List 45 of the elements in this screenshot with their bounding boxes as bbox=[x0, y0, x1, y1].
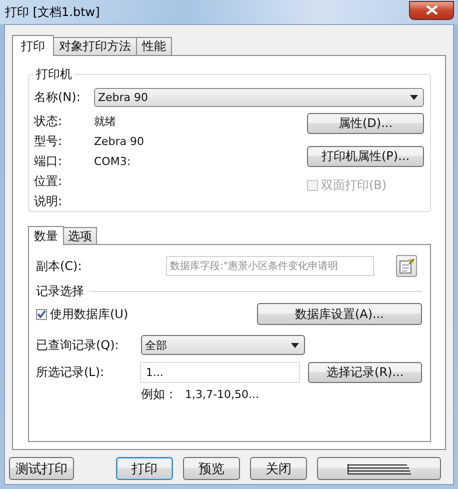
info-value: COM3: bbox=[94, 154, 131, 168]
dialog-button[interactable] bbox=[317, 457, 441, 480]
window-title: 打印 [文档1.btw] bbox=[5, 4, 100, 20]
field-label: 已查询记录(Q): bbox=[36, 336, 120, 354]
records-dropdown[interactable]: 全部 bbox=[141, 335, 305, 355]
dialog-button[interactable]: 预览 bbox=[183, 457, 240, 480]
info-value: 就绪 bbox=[94, 114, 116, 128]
tab[interactable]: 数量 bbox=[28, 226, 64, 245]
tab[interactable]: 对象打印方法 bbox=[53, 37, 137, 55]
field-picker-button[interactable] bbox=[396, 255, 417, 277]
check-icon bbox=[37, 310, 46, 318]
dialog-button[interactable]: 打印 bbox=[116, 457, 173, 480]
tab[interactable]: 打印 bbox=[12, 35, 54, 56]
dropdown-arrow-icon bbox=[410, 95, 418, 100]
info-label: 位置: bbox=[34, 172, 64, 190]
group-title: 打印机 bbox=[34, 67, 74, 81]
section-title: 记录选择 bbox=[35, 283, 85, 300]
select-records-button[interactable]: 选择记录(R)... bbox=[308, 362, 422, 383]
dialog-button[interactable]: 关闭 bbox=[250, 457, 307, 480]
database-settings-button[interactable]: 数据库设置(A)... bbox=[257, 303, 422, 325]
checkbox-label: 双面打印(B) bbox=[321, 177, 387, 194]
checkbox-label: 使用数据库(U) bbox=[50, 306, 128, 322]
printer-dropdown[interactable]: Zebra 90 bbox=[94, 88, 424, 107]
close-button[interactable] bbox=[409, 0, 454, 20]
printer-button[interactable]: 打印机属性(P)... bbox=[307, 146, 424, 167]
field-label: 名称(N): bbox=[34, 89, 82, 106]
info-label: 状态: bbox=[34, 112, 64, 130]
lines-icon bbox=[347, 462, 411, 474]
dialog-button[interactable]: 测试打印 bbox=[9, 457, 74, 480]
document-icon bbox=[398, 258, 414, 274]
input-field[interactable]: 1... bbox=[140, 362, 300, 383]
dropdown-arrow-icon bbox=[291, 342, 299, 348]
tab[interactable]: 性能 bbox=[136, 37, 172, 55]
info-label: 端口: bbox=[34, 152, 64, 170]
info-label: 说明: bbox=[34, 192, 64, 210]
field-label: 副本(C): bbox=[36, 258, 83, 274]
close-icon bbox=[426, 5, 438, 15]
hint-label: 例如： bbox=[141, 386, 177, 403]
info-label: 型号: bbox=[34, 132, 64, 150]
field-label: 所选记录(L): bbox=[36, 364, 106, 381]
tab[interactable]: 选项 bbox=[63, 227, 97, 244]
checkbox[interactable] bbox=[36, 308, 47, 320]
info-value: Zebra 90 bbox=[94, 134, 144, 148]
hint-text: 1,3,7-10,50... bbox=[185, 388, 259, 401]
printer-button[interactable]: 属性(D)... bbox=[307, 113, 424, 134]
